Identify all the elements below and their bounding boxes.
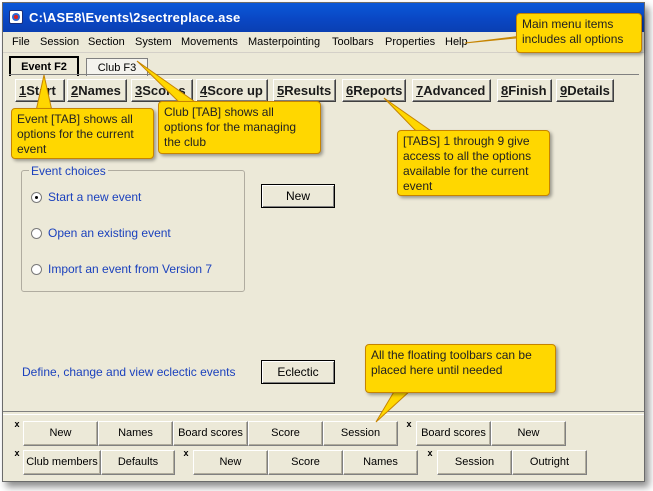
toolbar-score-button[interactable]: Score — [248, 421, 323, 446]
toolbar-names-button[interactable]: Names — [343, 450, 418, 475]
app-window: C:\ASE8\Events\2sectreplace.ase File Ses… — [2, 2, 645, 482]
menu-masterpointing[interactable]: Masterpointing — [248, 36, 320, 48]
toolbar-outright-button[interactable]: Outright — [512, 450, 587, 475]
new-event-button[interactable]: New — [261, 184, 335, 208]
event-choices-title: Event choices — [29, 164, 108, 178]
toolbar-close-icon[interactable]: x — [403, 419, 415, 431]
toolbar-session-button[interactable]: Session — [323, 421, 398, 446]
menu-toolbars[interactable]: Toolbars — [332, 36, 374, 48]
callout-club-tab: Club [TAB] shows all options for the man… — [158, 101, 321, 154]
tab-results[interactable]: 5Results — [273, 79, 336, 102]
tab-start[interactable]: 1Start — [15, 79, 65, 102]
toolbar-board-scores-button[interactable]: Board scores — [416, 421, 491, 446]
toolbar-names-button[interactable]: Names — [98, 421, 173, 446]
toolbar-close-icon[interactable]: x — [11, 419, 23, 431]
callout-event-tab: Event [TAB] shows all options for the cu… — [11, 108, 154, 159]
menu-help[interactable]: Help — [445, 36, 468, 48]
toolbar-close-icon[interactable]: x — [180, 448, 192, 460]
radio-label: Start a new event — [48, 190, 142, 204]
tab-reports[interactable]: 6Reports — [342, 79, 406, 102]
tab-finish[interactable]: 8Finish — [497, 79, 552, 102]
radio-label: Import an event from Version 7 — [48, 262, 213, 276]
toolbar-dock-divider — [3, 411, 644, 415]
tab-score-up[interactable]: 4Score up — [196, 79, 268, 102]
toolbar-close-icon[interactable]: x — [11, 448, 23, 460]
menu-properties[interactable]: Properties — [385, 36, 435, 48]
window-title: C:\ASE8\Events\2sectreplace.ase — [29, 10, 241, 25]
radio-button[interactable] — [31, 264, 42, 275]
callout-menu: Main menu items includes all options — [516, 13, 642, 53]
tab-scores[interactable]: 3Scores — [131, 79, 193, 102]
eclectic-description: Define, change and view eclectic events — [22, 365, 236, 379]
toolbar-score-button[interactable]: Score — [268, 450, 343, 475]
tab-names[interactable]: 2Names — [67, 79, 127, 102]
toolbar-new-button[interactable]: New — [23, 421, 98, 446]
callout-tabs-1-9: [TABS] 1 through 9 give access to all th… — [397, 130, 550, 196]
eclectic-button[interactable]: Eclectic — [261, 360, 335, 384]
toolbar-new-button[interactable]: New — [193, 450, 268, 475]
toolbar-new-button[interactable]: New — [491, 421, 566, 446]
toolbar-close-icon[interactable]: x — [424, 448, 436, 460]
tab-divider — [9, 74, 639, 75]
menu-session[interactable]: Session — [40, 36, 79, 48]
radio-button-checked[interactable] — [31, 192, 42, 203]
toolbar-club-members-button[interactable]: Club members — [23, 450, 101, 475]
toolbar-defaults-button[interactable]: Defaults — [101, 450, 175, 475]
toolbar-board-scores-button[interactable]: Board scores — [173, 421, 248, 446]
app-icon — [9, 10, 23, 24]
menu-file[interactable]: File — [12, 36, 30, 48]
toolbar-session-button[interactable]: Session — [437, 450, 512, 475]
tab-details[interactable]: 9Details — [556, 79, 614, 102]
radio-label: Open an existing event — [48, 226, 171, 240]
menu-section[interactable]: Section — [88, 36, 125, 48]
menu-system[interactable]: System — [135, 36, 172, 48]
tab-advanced[interactable]: 7Advanced — [412, 79, 491, 102]
tab-event[interactable]: Event F2 — [9, 56, 79, 76]
callout-toolbars: All the floating toolbars can be placed … — [365, 344, 556, 393]
menu-movements[interactable]: Movements — [181, 36, 238, 48]
radio-button[interactable] — [31, 228, 42, 239]
